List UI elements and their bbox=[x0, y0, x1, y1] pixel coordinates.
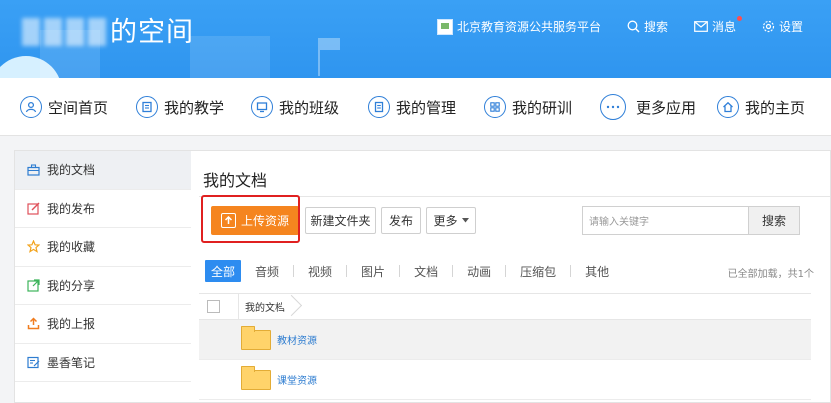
tab-label: 我的主页 bbox=[745, 98, 806, 117]
more-dropdown-label: 更多 bbox=[433, 214, 458, 228]
header-search-label: 搜索 bbox=[643, 20, 668, 34]
tab-label: 我的研训 bbox=[512, 98, 573, 117]
filter-all[interactable]: 全部 bbox=[205, 260, 242, 282]
user-icon bbox=[20, 96, 42, 118]
sidebar-item-my-favorites[interactable]: 我的收藏 bbox=[15, 228, 191, 267]
messages-label: 消息 bbox=[711, 20, 736, 34]
filter-video[interactable]: 视频 bbox=[294, 260, 346, 282]
sidebar-item-label: 墨香笔记 bbox=[47, 355, 96, 370]
search-icon bbox=[627, 20, 640, 33]
star-icon bbox=[27, 240, 40, 254]
file-name-link[interactable]: 教材资源 bbox=[277, 332, 317, 347]
header-nav: 北京教育资源公共服务平台 搜索 消息 设置 bbox=[436, 16, 803, 35]
filter-other[interactable]: 其他 bbox=[571, 260, 623, 282]
space-title: 的空间 bbox=[110, 17, 194, 48]
highlight-box bbox=[201, 195, 300, 243]
list-item[interactable]: 课堂资源 bbox=[199, 360, 811, 400]
sidebar-item-label: 我的分享 bbox=[47, 278, 96, 293]
platform-link[interactable]: 北京教育资源公共服务平台 bbox=[436, 18, 601, 35]
caret-down-icon bbox=[461, 218, 469, 223]
main-nav: 空间首页 我的教学 我的班级 我的管理 我的研训 更多应用 我的主页 bbox=[0, 78, 831, 136]
filter-image[interactable]: 图片 bbox=[347, 260, 399, 282]
grid-icon bbox=[484, 96, 506, 118]
platform-logo-icon bbox=[436, 18, 453, 35]
sidebar-item-label: 我的上报 bbox=[47, 317, 96, 332]
header-search-button[interactable]: 搜索 bbox=[627, 18, 668, 35]
type-filter-bar: 全部 音频 视频 图片 文档 动画 压缩包 其他 bbox=[205, 260, 623, 282]
select-all-checkbox[interactable] bbox=[207, 300, 220, 313]
filter-animation[interactable]: 动画 bbox=[453, 260, 505, 282]
publish-button[interactable]: 发布 bbox=[381, 207, 421, 234]
sidebar-item-ink-notes[interactable]: 墨香笔记 bbox=[15, 344, 191, 382]
tab-my-training[interactable]: 我的研训 bbox=[484, 78, 572, 136]
gear-icon bbox=[762, 20, 775, 33]
note-icon bbox=[27, 356, 40, 369]
sidebar-item-my-share[interactable]: 我的分享 bbox=[15, 267, 191, 305]
home-icon bbox=[717, 96, 739, 118]
edit-icon bbox=[27, 202, 40, 215]
file-list-header: 我的文档 bbox=[199, 293, 811, 320]
share-icon bbox=[27, 279, 40, 292]
header-banner: 的空间 北京教育资源公共服务平台 搜索 消息 设置 bbox=[0, 0, 831, 78]
sidebar-item-my-documents[interactable]: 我的文档 bbox=[15, 151, 191, 190]
sidebar-item-label: 我的收藏 bbox=[47, 240, 96, 255]
sidebar-item-my-report[interactable]: 我的上报 bbox=[15, 305, 191, 344]
keyword-search-input[interactable]: 请输入关键字 bbox=[582, 206, 748, 235]
settings-button[interactable]: 设置 bbox=[762, 18, 803, 35]
tab-label: 我的管理 bbox=[396, 98, 457, 117]
file-name-link[interactable]: 课堂资源 bbox=[277, 372, 317, 387]
filter-archive[interactable]: 压缩包 bbox=[506, 260, 570, 282]
unread-dot bbox=[736, 16, 742, 21]
search-button[interactable]: 搜索 bbox=[748, 206, 800, 235]
document-icon bbox=[368, 96, 390, 118]
messages-button[interactable]: 消息 bbox=[694, 16, 742, 35]
new-folder-button[interactable]: 新建文件夹 bbox=[305, 207, 376, 234]
load-status: 已全部加载，共1个 bbox=[727, 269, 814, 280]
tab-label: 更多应用 bbox=[636, 98, 697, 117]
flag-decoration bbox=[320, 38, 340, 50]
page-title: 我的文档 bbox=[203, 171, 268, 190]
tab-label: 空间首页 bbox=[48, 98, 109, 117]
tab-my-teaching[interactable]: 我的教学 bbox=[136, 78, 224, 136]
sidebar-item-label: 我的发布 bbox=[47, 201, 96, 216]
tab-more-apps[interactable]: 更多应用 bbox=[600, 78, 696, 136]
tab-label: 我的班级 bbox=[279, 98, 340, 117]
more-icon bbox=[600, 94, 626, 120]
tab-label: 我的教学 bbox=[164, 98, 225, 117]
folder-icon bbox=[241, 325, 271, 350]
folder-icon bbox=[241, 365, 271, 390]
building-decoration bbox=[190, 36, 270, 78]
book-icon bbox=[136, 96, 158, 118]
tab-my-management[interactable]: 我的管理 bbox=[368, 78, 456, 136]
sidebar-item-my-publish[interactable]: 我的发布 bbox=[15, 190, 191, 228]
settings-label: 设置 bbox=[778, 20, 803, 34]
tab-space-home[interactable]: 空间首页 bbox=[20, 78, 108, 136]
sidebar-item-label: 我的文档 bbox=[47, 163, 96, 178]
briefcase-icon bbox=[27, 163, 40, 176]
monitor-icon bbox=[251, 96, 273, 118]
platform-link-label: 北京教育资源公共服务平台 bbox=[456, 20, 601, 34]
upload-report-icon bbox=[27, 317, 40, 330]
breadcrumb[interactable]: 我的文档 bbox=[238, 293, 293, 320]
filter-document[interactable]: 文档 bbox=[400, 260, 452, 282]
filter-audio[interactable]: 音频 bbox=[241, 260, 293, 282]
main-panel: 我的文档 上传资源 新建文件夹 发布 更多 请输入关键字 搜索 全部 音频 视频… bbox=[191, 150, 831, 403]
user-name-blurred bbox=[22, 18, 106, 46]
tab-my-class[interactable]: 我的班级 bbox=[251, 78, 339, 136]
sidebar: 我的文档 我的发布 我的收藏 我的分享 我的上报 墨香笔记 bbox=[14, 150, 192, 403]
more-dropdown[interactable]: 更多 bbox=[426, 207, 476, 234]
mail-icon bbox=[694, 21, 708, 32]
tab-my-homepage[interactable]: 我的主页 bbox=[717, 78, 805, 136]
list-item[interactable]: 教材资源 bbox=[199, 320, 811, 360]
